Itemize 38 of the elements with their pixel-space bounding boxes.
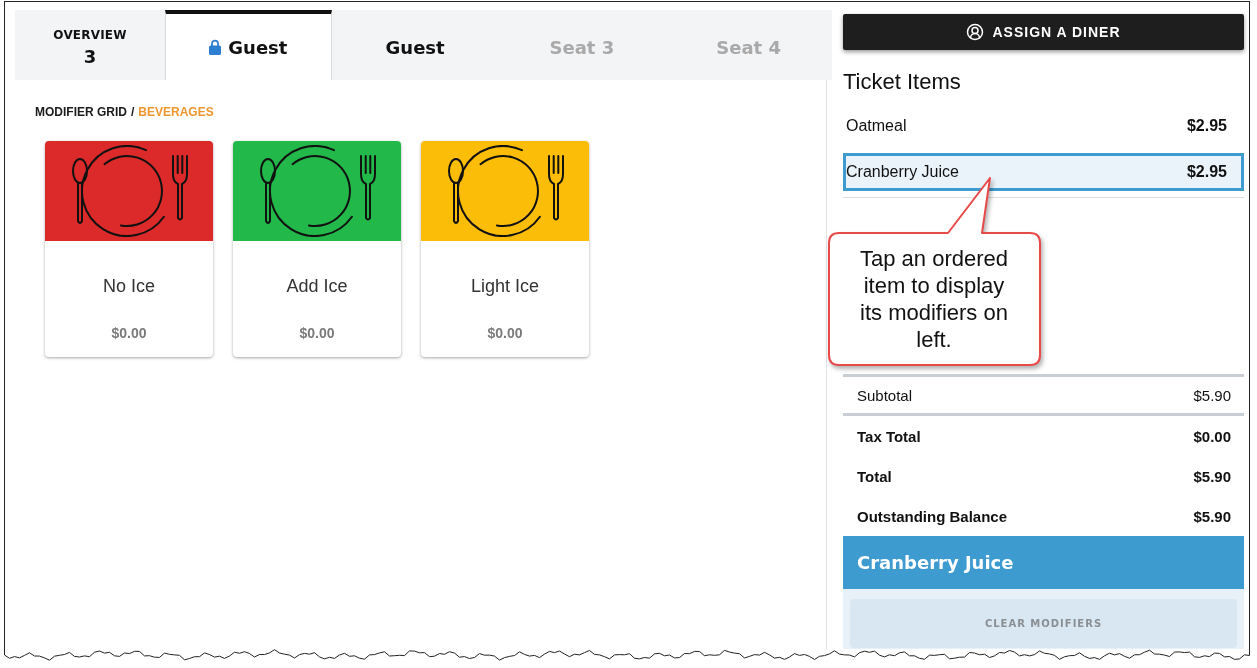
plate-cutlery-icon xyxy=(258,145,377,237)
total-label: Tax Total xyxy=(857,427,921,445)
modifier-price: $0.00 xyxy=(299,324,335,342)
callout-text: Tap an ordered item to display its modifiers on left. xyxy=(859,245,1009,353)
modifier-name: Add Ice xyxy=(286,275,348,297)
selected-item-header: Cranberry Juice xyxy=(843,536,1244,589)
total-value: $5.90 xyxy=(1193,386,1231,404)
ticket-item-row[interactable]: Cranberry Juice $2.95 xyxy=(843,153,1244,191)
ticket-item-price: $2.95 xyxy=(1186,117,1227,135)
ticket-item-row[interactable]: Oatmeal $2.95 xyxy=(843,107,1244,145)
breadcrumb-separator: / xyxy=(131,105,135,119)
breadcrumb-current: BEVERAGES xyxy=(138,105,214,119)
modifier-card[interactable]: Add Ice $0.00 xyxy=(233,141,401,357)
assign-diner-button[interactable]: ASSIGN A DINER xyxy=(843,14,1244,50)
modifier-card[interactable]: Light Ice $0.00 xyxy=(421,141,589,357)
plate-cutlery-icon xyxy=(70,145,189,237)
seat-tab[interactable]: Guest xyxy=(165,10,332,80)
modifier-price: $0.00 xyxy=(487,324,523,342)
ticket-item-price: $2.95 xyxy=(1186,163,1227,181)
total-label: Outstanding Balance xyxy=(857,507,1008,525)
modifier-card[interactable]: No Ice $0.00 xyxy=(45,141,213,357)
total-value: $5.90 xyxy=(1193,507,1231,525)
breadcrumb-link[interactable]: MODIFIER GRID xyxy=(35,105,127,119)
ticket-item-name: Cranberry Juice xyxy=(846,163,959,181)
modifier-name: Light Ice xyxy=(470,275,539,297)
seat-tab[interactable]: Guest xyxy=(331,10,499,80)
overview-tab[interactable]: OVERVIEW 3 xyxy=(15,10,165,80)
modifier-price: $0.00 xyxy=(111,324,147,342)
ticket-items-heading: Ticket Items xyxy=(843,68,962,96)
modifier-name: No Ice xyxy=(103,275,155,297)
total-value: $0.00 xyxy=(1193,427,1231,445)
plate-cutlery-icon xyxy=(446,145,565,237)
total-value: $5.90 xyxy=(1193,467,1231,485)
ticket-item-name: Oatmeal xyxy=(846,117,907,135)
user-circle-icon xyxy=(966,23,985,41)
total-label: Subtotal xyxy=(857,386,913,404)
tab-count: 3 xyxy=(83,45,97,67)
total-label: Total xyxy=(857,467,892,485)
